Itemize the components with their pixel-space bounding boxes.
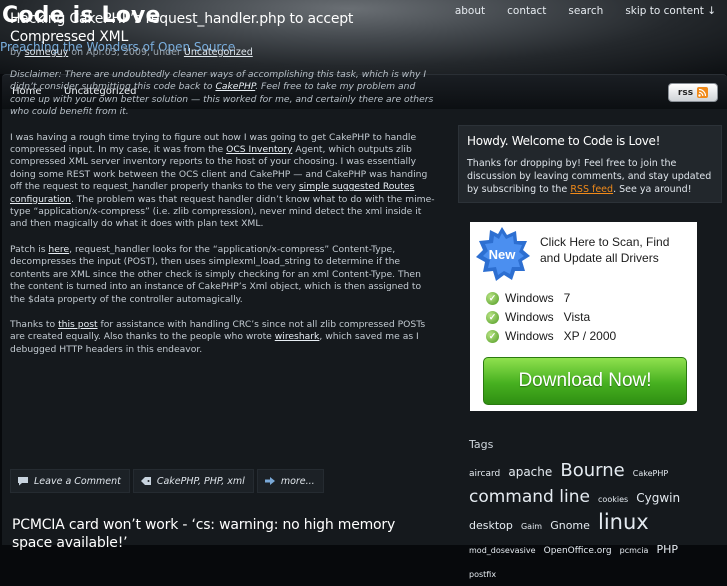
- top-nav: about contact search skip to content ↓: [444, 4, 727, 18]
- check-icon: ✓: [486, 329, 499, 343]
- tag-link[interactable]: Bourne: [560, 459, 624, 482]
- tag-link[interactable]: pcmcia: [620, 539, 649, 562]
- p1-text-c: . The problem was that request handler d…: [10, 193, 435, 230]
- post-meta-date: on Apr.03, 2009, under: [71, 47, 181, 58]
- tags-title: Tags: [469, 438, 494, 451]
- tag-link[interactable]: aircard: [469, 463, 500, 486]
- tag-link[interactable]: desktop: [469, 514, 513, 537]
- post-tags-label: CakePHP, PHP, xml: [156, 475, 245, 487]
- nav-search[interactable]: search: [557, 4, 614, 18]
- ad-row-xp: ✓ Windows XP / 2000: [486, 329, 616, 343]
- post-footer: Leave a Comment CakePHP, PHP, xml more..…: [10, 469, 324, 493]
- post-title[interactable]: Hacking CakePHP’s request_handler.php to…: [10, 10, 438, 46]
- post-paragraph-1: I was having a rough time trying to figu…: [10, 132, 438, 231]
- tag-link[interactable]: Gaim: [521, 515, 542, 538]
- this-post-link[interactable]: this post: [58, 319, 98, 330]
- ad-headline: Click Here to Scan, Find and Update all …: [540, 235, 670, 265]
- ad-row-label: Windows Vista: [505, 310, 591, 324]
- post2-title[interactable]: PCMCIA card won’t work - ‘cs: warning: n…: [12, 516, 432, 552]
- post-meta: by someguy on Apr.03, 2009, under Uncate…: [10, 47, 438, 58]
- tag-link[interactable]: apache: [508, 461, 552, 484]
- post-body: Disclaimer: There are undoubtedly cleane…: [10, 69, 438, 356]
- post-author-link[interactable]: someguy: [25, 47, 69, 58]
- tag-link[interactable]: OpenOffice.org: [544, 540, 612, 563]
- tag-link[interactable]: linux: [598, 511, 649, 534]
- more-button[interactable]: more...: [256, 469, 324, 493]
- tag-cloud: aircard apache Bourne CakePHP command li…: [469, 459, 709, 586]
- rss-button[interactable]: rss: [668, 83, 718, 102]
- post-tags-button[interactable]: CakePHP, PHP, xml: [132, 469, 254, 493]
- post-paragraph-2: Patch is here, request_handler looks for…: [10, 244, 438, 306]
- post-category-link[interactable]: Uncategorized: [184, 47, 253, 58]
- check-icon: ✓: [486, 291, 499, 305]
- nav-skip-to-content[interactable]: skip to content ↓: [614, 4, 727, 18]
- post-article: Hacking CakePHP’s request_handler.php to…: [10, 10, 438, 356]
- ad-row-vista: ✓ Windows Vista: [486, 310, 590, 324]
- welcome-box: Howdy. Welcome to Code is Love! Thanks f…: [458, 125, 722, 203]
- download-now-button[interactable]: Download Now!: [483, 357, 687, 405]
- new-badge-icon: New: [476, 227, 530, 281]
- p2-text-b: , request_handler looks for the “applica…: [10, 243, 422, 305]
- nav-about[interactable]: about: [444, 4, 496, 18]
- rss-feed-link[interactable]: RSS feed: [570, 184, 613, 195]
- leave-comment-button[interactable]: Leave a Comment: [10, 469, 130, 493]
- tag-link[interactable]: Cygwin: [636, 487, 680, 510]
- arrow-right-icon: [264, 476, 276, 486]
- post-meta-by: by: [10, 47, 22, 58]
- driver-ad-banner[interactable]: New Click Here to Scan, Find and Update …: [470, 222, 697, 411]
- ocs-inventory-link[interactable]: OCS Inventory: [226, 144, 292, 155]
- new-badge-text: New: [489, 247, 517, 262]
- tag-link[interactable]: PHP: [657, 538, 679, 561]
- post-disclaimer: Disclaimer: There are undoubtedly cleane…: [10, 69, 438, 119]
- rss-icon: [697, 87, 709, 98]
- check-icon: ✓: [486, 310, 499, 324]
- tag-link[interactable]: cookies: [598, 488, 628, 511]
- welcome-text: Thanks for dropping by! Feel free to joi…: [467, 157, 715, 196]
- more-label: more...: [280, 475, 315, 487]
- tag-link[interactable]: postfix: [469, 563, 496, 586]
- p2-text-a: Patch is: [10, 243, 46, 255]
- post-paragraph-3: Thanks to this post for assistance with …: [10, 319, 438, 356]
- rss-button-label: rss: [677, 87, 694, 98]
- ad-row-win7: ✓ Windows 7: [486, 291, 570, 305]
- ad-row-label: Windows XP / 2000: [505, 329, 617, 343]
- tag-link[interactable]: mod_dosevasive: [469, 539, 536, 562]
- tag-link[interactable]: command line: [469, 486, 590, 509]
- wireshark-link[interactable]: wireshark: [275, 331, 320, 342]
- cakephp-link[interactable]: CakePHP: [215, 81, 255, 92]
- welcome-title: Howdy. Welcome to Code is Love!: [467, 134, 661, 148]
- ad-row-label: Windows 7: [505, 291, 571, 305]
- welcome-text-b: . See ya around!: [613, 184, 692, 195]
- p3-text-a: Thanks to: [10, 318, 56, 330]
- tag-link[interactable]: CakePHP: [633, 462, 668, 485]
- comment-icon: [17, 476, 29, 486]
- tag-icon: [140, 476, 152, 486]
- patch-link[interactable]: here: [48, 244, 69, 255]
- nav-contact[interactable]: contact: [496, 4, 557, 18]
- tag-link[interactable]: Gnome: [550, 514, 590, 537]
- leave-comment-label: Leave a Comment: [34, 475, 121, 487]
